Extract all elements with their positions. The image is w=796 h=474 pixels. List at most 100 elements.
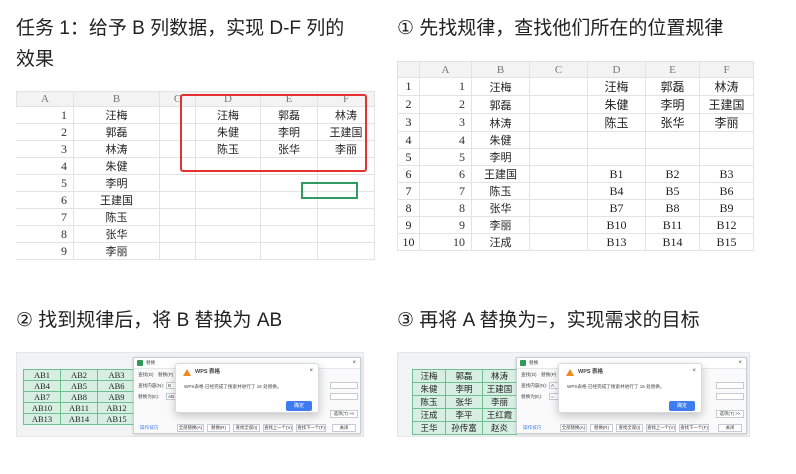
cell-b[interactable]: 林涛 [73,140,160,158]
close-icon[interactable]: × [352,360,356,366]
grid-cell[interactable]: AB9 [97,391,136,403]
cell-f[interactable] [699,131,754,149]
grid-cell[interactable]: AB5 [60,380,98,392]
find-next-button[interactable]: 查找下一个(F) [296,424,326,432]
cell-f[interactable]: B9 [699,199,754,217]
find-prev-button[interactable]: 查找上一个(V) [646,424,676,432]
find-all-button[interactable]: 查找全部(I) [233,424,260,432]
find-next-button[interactable]: 查找下一个(F) [679,424,709,432]
tips-link[interactable]: 操作技巧 [523,425,541,431]
tab-find[interactable]: 查找(D) [138,372,154,378]
cell-e[interactable]: B14 [645,233,700,251]
cell-e[interactable] [260,208,318,226]
cell-b[interactable]: 汪梅 [471,77,530,96]
cell-e[interactable]: 郭磊 [645,77,700,96]
cell-f[interactable] [317,225,375,243]
cell-b[interactable]: 郭磊 [471,95,530,114]
column-header-d[interactable]: D [587,61,646,78]
grid-cell[interactable]: 郭磊 [445,369,483,383]
cell-e[interactable]: B8 [645,199,700,217]
cell-a[interactable]: 7 [419,182,472,200]
cell-c[interactable] [529,113,588,132]
grid-cell[interactable]: AB3 [97,369,136,381]
cell-d[interactable]: B4 [587,182,646,200]
cell-f[interactable]: 王建国 [699,95,754,114]
cell-c[interactable] [529,131,588,149]
grid-cell[interactable]: AB4 [23,380,61,392]
cell-c[interactable] [159,208,196,226]
grid-cell[interactable]: AB2 [60,369,98,381]
grid-cell[interactable]: 林涛 [482,369,517,383]
replace-dropdown[interactable] [716,393,744,400]
replace-all-button[interactable]: 全部替换(A) [177,424,204,432]
column-header-a[interactable]: A [419,61,472,78]
cell-e[interactable] [645,148,700,166]
grid-cell[interactable]: 朱健 [412,382,446,396]
cell-e[interactable]: 张华 [645,113,700,132]
column-header-c[interactable]: C [529,61,588,78]
cell-c[interactable] [529,199,588,217]
cell-f[interactable]: 李丽 [699,113,754,132]
find-dropdown[interactable] [330,382,358,389]
column-header-b[interactable]: B [471,61,530,78]
cell-f[interactable] [317,208,375,226]
cell-c[interactable] [529,148,588,166]
options-button[interactable]: 选项(T) >> [330,410,358,418]
cell-d[interactable]: 朱健 [587,95,646,114]
cell-b[interactable]: 李丽 [73,242,160,260]
cell-e[interactable]: B2 [645,165,700,183]
cell-d[interactable] [195,208,261,226]
cell-d[interactable]: B7 [587,199,646,217]
cell-f[interactable]: B12 [699,216,754,234]
grid-cell[interactable]: AB8 [60,391,98,403]
cell-a[interactable]: 2 [419,95,472,114]
alert-close-icon[interactable]: × [309,368,313,374]
cell-f[interactable]: 林涛 [699,77,754,96]
cell-f[interactable]: B3 [699,165,754,183]
cell-e[interactable]: B11 [645,216,700,234]
grid-cell[interactable]: 张华 [445,395,483,409]
cell-c[interactable] [529,233,588,251]
tab-replace[interactable]: 替换(P) [158,372,173,378]
cell-e[interactable] [645,131,700,149]
cell-b[interactable]: 陈玉 [73,208,160,226]
replace-dropdown[interactable] [330,393,358,400]
grid-cell[interactable]: AB6 [97,380,136,392]
close-button[interactable]: 关闭 [718,424,742,432]
replace-button[interactable]: 替换(R) [590,424,613,432]
cell-a[interactable]: 5 [419,148,472,166]
close-icon[interactable]: × [738,360,742,366]
cell-e[interactable] [260,242,318,260]
grid-cell[interactable]: 李明 [445,382,483,396]
cell-b[interactable]: 张华 [471,199,530,217]
tips-link[interactable]: 操作技巧 [140,425,158,431]
cell-c[interactable] [159,174,196,192]
grid-cell[interactable]: 陈玉 [412,395,446,409]
cell-a[interactable]: 9 [419,216,472,234]
cell-e[interactable]: 李明 [645,95,700,114]
grid-cell[interactable]: 汪梅 [412,369,446,383]
grid-cell[interactable]: 汪成 [412,408,446,422]
cell-f[interactable]: B15 [699,233,754,251]
alert-ok-button[interactable]: 确定 [286,401,312,411]
cell-c[interactable] [159,225,196,243]
cell-c[interactable] [529,216,588,234]
cell-b[interactable]: 李明 [73,174,160,192]
cell-b[interactable]: 郭磊 [73,123,160,141]
tab-replace[interactable]: 替换(P) [541,372,556,378]
find-prev-button[interactable]: 查找上一个(V) [263,424,293,432]
grid-cell[interactable]: AB13 [23,413,61,425]
cell-c[interactable] [529,165,588,183]
grid-cell[interactable]: 赵炎 [482,421,517,435]
column-header-b[interactable]: B [73,91,160,107]
cell-d[interactable] [195,242,261,260]
cell-c[interactable] [159,191,196,209]
grid-cell[interactable]: 王建国 [482,382,517,396]
selected-cell[interactable] [301,182,358,199]
cell-e[interactable] [260,225,318,243]
cell-d[interactable] [195,174,261,192]
grid-cell[interactable]: AB10 [23,402,61,414]
cell-f[interactable] [317,242,375,260]
replace-all-button[interactable]: 全部替换(A) [560,424,587,432]
cell-a[interactable]: 8 [419,199,472,217]
